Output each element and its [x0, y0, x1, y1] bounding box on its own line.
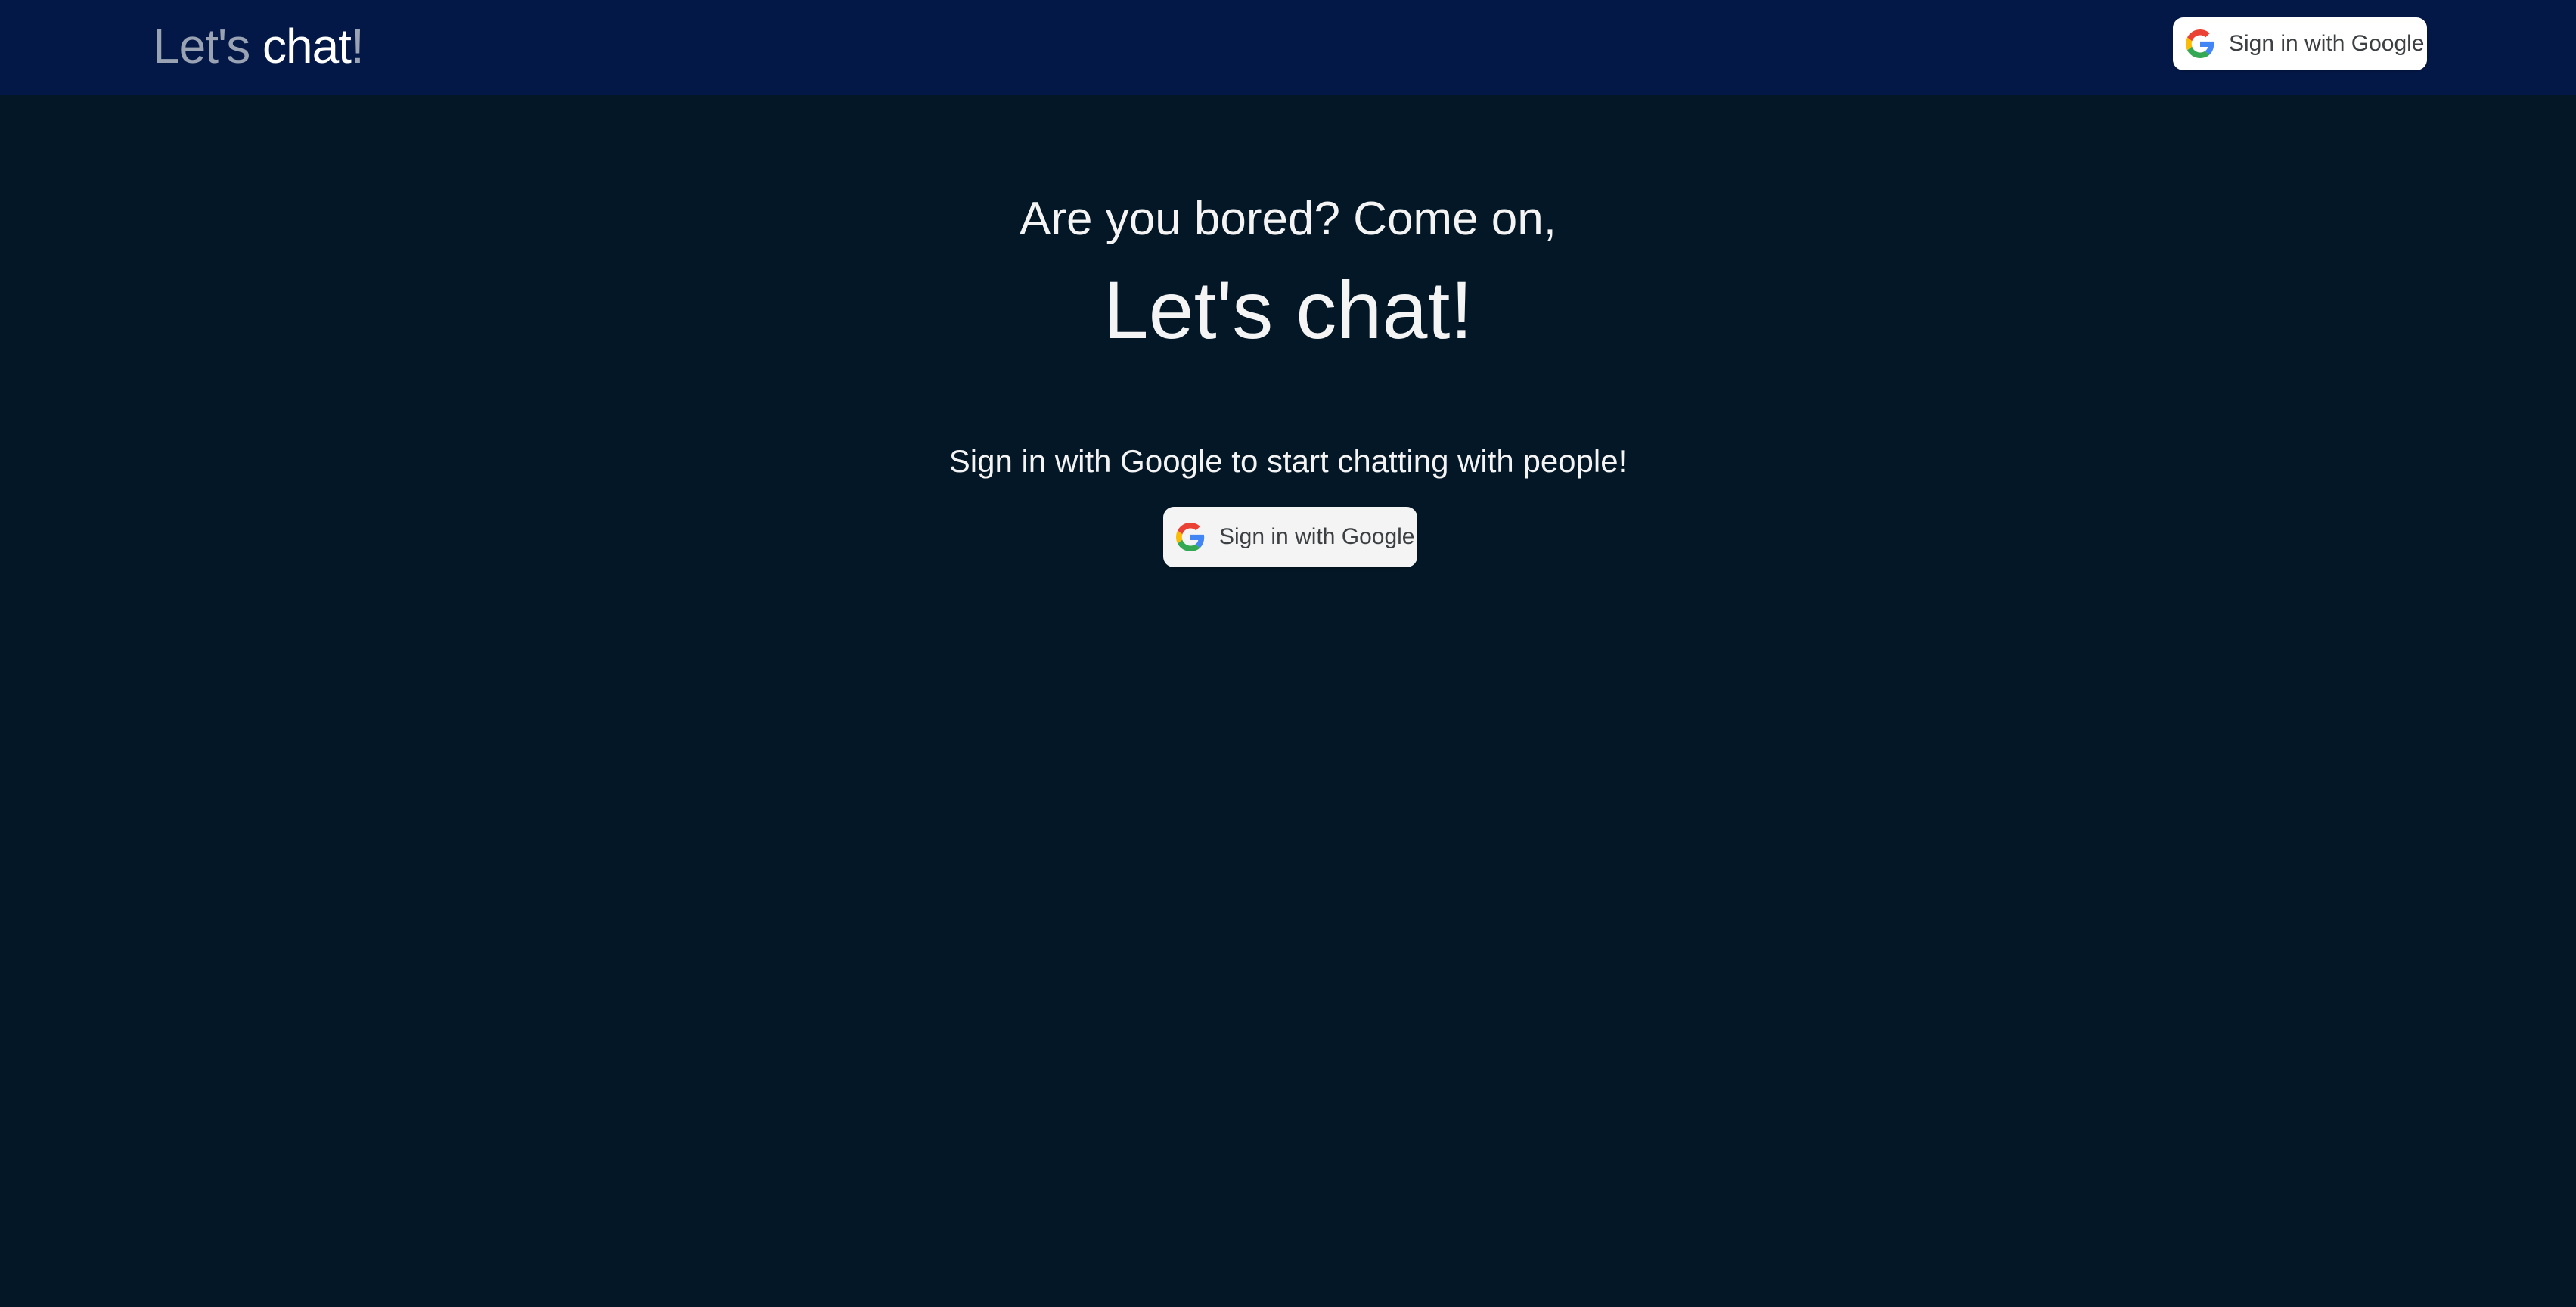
hero-subhead: Are you bored? Come on,: [1020, 193, 1556, 245]
hero-google-signin-button[interactable]: Sign in with Google: [1163, 507, 1417, 567]
logo-text-exclamation: !: [350, 19, 365, 73]
app-logo[interactable]: Let's chat!: [153, 17, 365, 76]
hero-headline: Let's chat!: [1103, 264, 1473, 355]
logo-text-chat: chat: [262, 19, 352, 73]
google-g-icon: [2186, 29, 2214, 58]
hero-tagline: Sign in with Google to start chatting wi…: [948, 443, 1628, 479]
hero-signin-label: Sign in with Google: [1219, 524, 1415, 549]
header-google-signin-button[interactable]: Sign in with Google: [2173, 17, 2427, 70]
logo-text-lets: Let's: [153, 19, 250, 73]
google-g-icon: [1176, 523, 1205, 551]
top-navbar: Let's chat! Sign in with Google: [0, 0, 2576, 95]
header-signin-label: Sign in with Google: [2229, 31, 2425, 56]
